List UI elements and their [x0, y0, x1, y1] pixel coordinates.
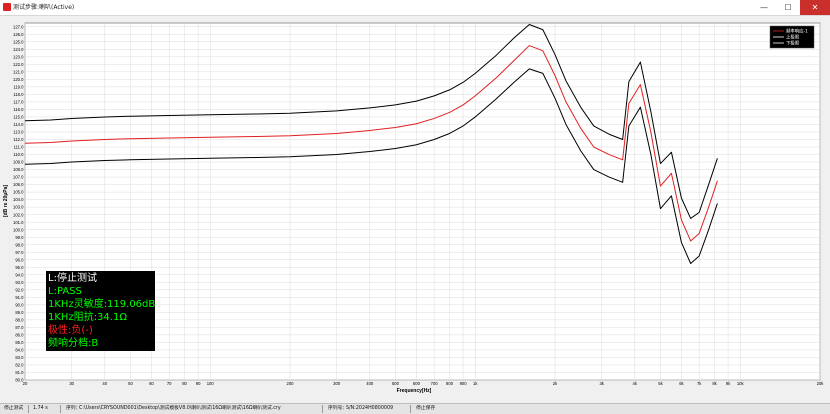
- y-tick-label: 86.0: [15, 333, 24, 338]
- y-tick-label: 88.0: [15, 317, 24, 322]
- x-tick-label: 600: [413, 381, 421, 386]
- status-bar: 停止测试 1.74 s 序列： C:\Users\CRYSOUND001\Des…: [0, 403, 830, 414]
- x-tick-label: 900: [460, 381, 468, 386]
- overlay-line: L:停止测试: [48, 271, 97, 284]
- y-tick-label: 120.0: [13, 77, 24, 82]
- y-tick-label: 110.0: [13, 152, 24, 157]
- y-tick-label: 84.0: [15, 348, 24, 353]
- y-tick-label: 108.0: [13, 167, 24, 172]
- y-tick-label: 115.0: [13, 115, 24, 120]
- y-tick-label: 109.0: [13, 160, 24, 165]
- y-tick-label: 112.0: [13, 137, 24, 142]
- y-tick-label: 103.0: [13, 205, 24, 210]
- y-tick-label: 125.0: [13, 39, 24, 44]
- y-tick-label: 107.0: [13, 175, 24, 180]
- y-tick-label: 113.0: [13, 130, 24, 135]
- x-tick-label: 70: [167, 381, 172, 386]
- y-tick-label: 126.0: [13, 32, 24, 37]
- x-tick-label: 200: [287, 381, 295, 386]
- legend-label: 频率响应-1: [786, 28, 808, 35]
- close-button[interactable]: ✕: [800, 0, 830, 15]
- legend-label: 上极限: [786, 34, 800, 41]
- y-tick-label: 101.0: [13, 220, 24, 225]
- x-tick-label: 20k: [817, 381, 825, 386]
- y-tick-label: 117.0: [13, 100, 24, 105]
- y-tick-label: 91.0: [15, 295, 24, 300]
- x-tick-label: 800: [446, 381, 454, 386]
- overlay-line: 1KHz灵敏度:119.06dB: [48, 297, 155, 310]
- y-tick-label: 119.0: [13, 84, 24, 89]
- y-tick-label: 104.0: [13, 197, 24, 202]
- x-tick-label: 500: [392, 381, 400, 386]
- maximize-button[interactable]: ☐: [776, 0, 800, 15]
- x-tick-label: 60: [149, 381, 154, 386]
- y-tick-label: 81.0: [15, 370, 24, 375]
- y-tick-label: 118.0: [13, 92, 24, 97]
- y-tick-label: 97.0: [15, 250, 24, 255]
- y-tick-label: 122.0: [13, 62, 24, 67]
- app-icon: [3, 3, 11, 11]
- y-tick-label: 111.0: [14, 145, 25, 150]
- y-tick-label: 94.0: [15, 272, 24, 277]
- x-tick-label: 700: [431, 381, 439, 386]
- window-title: 测试步骤:喇叭(Active): [13, 4, 75, 11]
- y-tick-label: 102.0: [13, 212, 24, 217]
- y-tick-label: 123.0: [13, 54, 24, 59]
- y-tick-label: 95.0: [15, 265, 24, 270]
- y-tick-label: 121.0: [13, 69, 24, 74]
- y-tick-label: 90.0: [15, 302, 24, 307]
- x-tick-label: 80: [182, 381, 187, 386]
- y-tick-label: 89.0: [15, 310, 24, 315]
- y-tick-label: 82.0: [15, 363, 24, 368]
- y-tick-label: 116.0: [13, 107, 24, 112]
- result-overlay: L:停止测试 L:PASS1KHz灵敏度:119.06dB1KHz阻抗:34.1Ω…: [46, 271, 155, 351]
- x-tick-label: 300: [333, 381, 341, 386]
- y-tick-label: 99.0: [15, 235, 24, 240]
- overlay-line: 极性:负(-): [48, 323, 93, 336]
- x-tick-label: 90: [196, 381, 201, 386]
- y-tick-label: 114.0: [13, 122, 24, 127]
- status-separator: [322, 405, 323, 413]
- y-tick-label: 100.0: [13, 227, 24, 232]
- x-tick-label: 100: [207, 381, 215, 386]
- x-tick-label: 10k: [737, 381, 745, 386]
- x-tick-label: 20: [23, 381, 28, 386]
- y-tick-label: 87.0: [15, 325, 24, 330]
- y-tick-label: 124.0: [13, 47, 24, 52]
- overlay-line: L:PASS: [48, 286, 82, 297]
- x-tick-label: 50: [128, 381, 133, 386]
- y-tick-label: 105.0: [13, 190, 24, 195]
- y-tick-label: 98.0: [15, 242, 24, 247]
- overlay-line: 频响分档:B: [48, 336, 98, 349]
- y-tick-label: 93.0: [15, 280, 24, 285]
- x-tick-label: 30: [69, 381, 74, 386]
- y-tick-label: 85.0: [15, 340, 24, 345]
- y-tick-label: 83.0: [15, 355, 24, 360]
- legend-label: 下极限: [786, 40, 800, 47]
- minimize-button[interactable]: —: [752, 0, 776, 15]
- y-tick-label: 96.0: [15, 257, 24, 262]
- x-axis-label: Frequency[Hz]: [397, 388, 432, 394]
- window-controls: — ☐ ✕: [752, 0, 830, 15]
- legend[interactable]: 频率响应-1上极限下极限: [769, 25, 815, 49]
- frequency-response-chart[interactable]: 80.081.082.083.084.085.086.087.088.089.0…: [0, 16, 830, 403]
- y-tick-label: 92.0: [15, 287, 24, 292]
- status-separator: [410, 405, 411, 413]
- y-tick-label: 127.0: [13, 24, 24, 29]
- y-axis-label: [dB re 20µPa]: [3, 185, 9, 217]
- status-separator: [60, 405, 61, 413]
- y-tick-label: 106.0: [13, 182, 24, 187]
- status-separator: [28, 405, 29, 413]
- x-tick-label: 40: [102, 381, 107, 386]
- x-tick-label: 400: [366, 381, 374, 386]
- window-title-bar: 测试步骤:喇叭(Active) — ☐ ✕: [0, 0, 830, 16]
- overlay-line: 1KHz阻抗:34.1Ω: [48, 310, 127, 323]
